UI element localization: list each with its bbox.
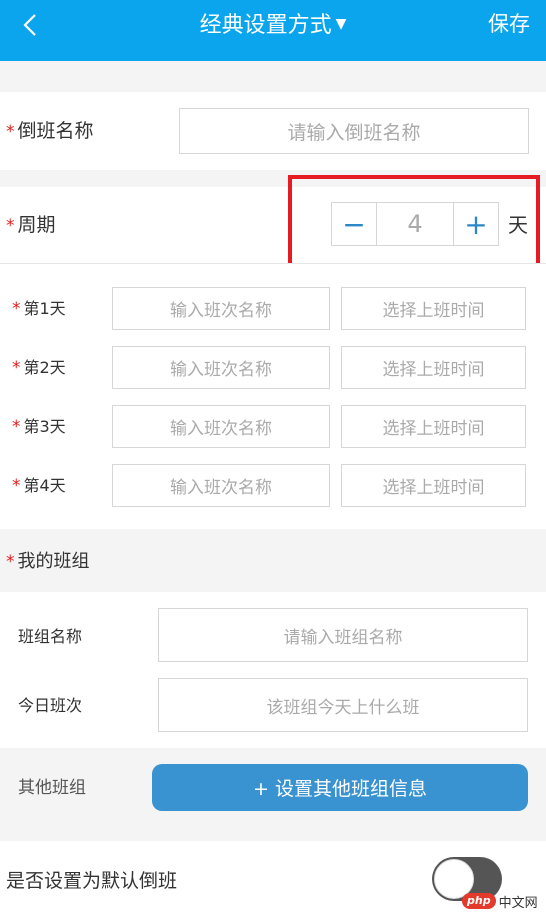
day-label-text: 第4天 — [23, 476, 66, 495]
day-shift-time-select[interactable]: 选择上班时间 — [341, 464, 526, 507]
required-mark: * — [12, 299, 21, 319]
my-group-section: 班组名称 请输入班组名称 今日班次 该班组今天上什么班 — [0, 592, 546, 748]
group-name-input[interactable]: 请输入班组名称 — [158, 608, 528, 662]
today-shift-label: 今日班次 — [18, 696, 83, 715]
watermark-logo: php — [462, 893, 496, 909]
today-shift-input[interactable]: 该班组今天上什么班 — [158, 678, 528, 732]
days-section: * 第1天 输入班次名称 选择上班时间 * 第2天 输入班次名称 选择上班时间 * 第… — [0, 264, 546, 529]
my-group-label-text: 我的班组 — [17, 551, 90, 572]
highlight-box — [288, 175, 540, 269]
my-group-label: * 我的班组 — [6, 549, 90, 575]
day-shift-name-input[interactable]: 输入班次名称 — [112, 287, 330, 330]
day-label-text: 第1天 — [23, 299, 66, 318]
watermark-text: 中文网 — [498, 895, 538, 911]
shift-name-input[interactable]: 请输入倒班名称 — [179, 108, 529, 154]
default-shift-label: 是否设置为默认倒班 — [6, 870, 178, 892]
day-label: * 第2天 — [12, 355, 66, 381]
shift-name-row: * 倒班名称 请输入倒班名称 — [0, 92, 546, 170]
day-shift-time-select[interactable]: 选择上班时间 — [341, 405, 526, 448]
day-label-text: 第2天 — [23, 358, 66, 377]
watermark: php 中文网 — [462, 891, 542, 911]
save-button[interactable]: 保存 — [488, 9, 530, 39]
required-mark: * — [6, 552, 15, 572]
page-title[interactable]: 经典设置方式 ▼ — [0, 9, 546, 41]
other-groups-label: 其他班组 — [18, 778, 86, 798]
day-label: * 第1天 — [12, 296, 66, 322]
required-mark: * — [6, 216, 15, 236]
day-shift-name-input[interactable]: 输入班次名称 — [112, 405, 330, 448]
title-dropdown-icon: ▼ — [335, 16, 347, 32]
day-shift-time-select[interactable]: 选择上班时间 — [341, 346, 526, 389]
required-mark: * — [6, 122, 15, 142]
top-bar: 经典设置方式 ▼ 保存 — [0, 0, 546, 61]
page-title-text: 经典设置方式 — [199, 13, 332, 38]
required-mark: * — [12, 358, 21, 378]
cycle-label: * 周期 — [6, 212, 56, 239]
day-shift-name-input[interactable]: 输入班次名称 — [112, 464, 330, 507]
shift-name-label-text: 倒班名称 — [17, 120, 94, 142]
day-shift-time-select[interactable]: 选择上班时间 — [341, 287, 526, 330]
shift-name-label: * 倒班名称 — [6, 118, 94, 145]
day-label-text: 第3天 — [23, 417, 66, 436]
add-other-group-button[interactable]: + 设置其他班组信息 — [152, 764, 528, 811]
cycle-label-text: 周期 — [17, 214, 56, 236]
required-mark: * — [12, 417, 21, 437]
day-label: * 第3天 — [12, 414, 66, 440]
required-mark: * — [12, 476, 21, 496]
day-label: * 第4天 — [12, 473, 66, 499]
day-shift-name-input[interactable]: 输入班次名称 — [112, 346, 330, 389]
group-name-label: 班组名称 — [18, 627, 83, 646]
